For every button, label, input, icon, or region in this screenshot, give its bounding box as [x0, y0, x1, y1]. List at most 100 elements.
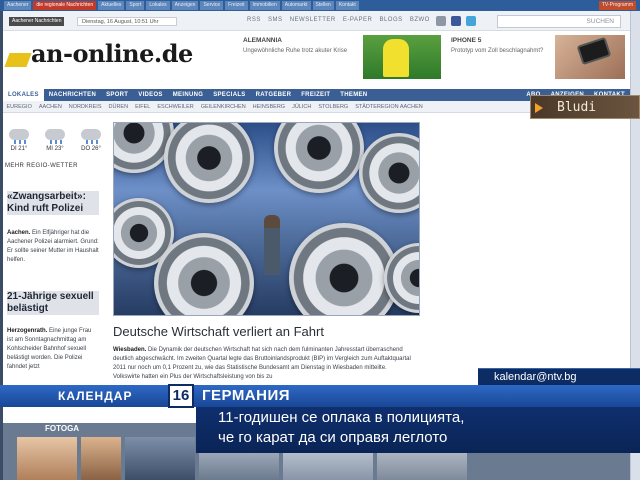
story-headline-link[interactable]: 21-Jährige sexuell belästigt — [7, 291, 99, 315]
gallery-thumbnail[interactable] — [125, 437, 195, 480]
rain-cloud-icon — [79, 125, 103, 144]
channel-tag-label: Bludi — [557, 100, 597, 115]
blogs-link[interactable]: BLOGS — [379, 17, 402, 23]
region-item[interactable]: DÜREN — [105, 101, 132, 112]
weather-day: MI 23° — [41, 125, 69, 152]
region-item[interactable]: HEINSBERG — [249, 101, 288, 112]
gear-image — [154, 233, 254, 315]
gallery-thumbnail[interactable] — [81, 437, 121, 480]
tab-item[interactable]: Aachener — [4, 1, 32, 10]
article-body: Die Dynamik der deutschen Wirtschaft hat… — [113, 347, 411, 380]
nav-specials[interactable]: SPECIALS — [208, 89, 250, 101]
region-item[interactable]: EUREGIO — [3, 101, 35, 112]
calendar-date-badge: 16 — [168, 384, 194, 408]
promo-player-image — [383, 39, 409, 77]
story-teaser: Aachen. Ein Elfjähriger hat die Aachener… — [7, 229, 99, 265]
nav-lokales[interactable]: LOKALES — [3, 89, 44, 101]
story-headline-link[interactable]: «Zwangsarbeit»: Kind ruft Polizei — [7, 191, 99, 215]
nav-nachrichten[interactable]: NACHRICHTEN — [44, 89, 101, 101]
masthead: an-online.de ALEMANNIA Ungewöhnliche Ruh… — [3, 31, 630, 89]
service-links: RSS SMS NEWSLETTER E-PAPER BLOGS BZWO — [247, 17, 435, 23]
promo-iphone[interactable]: IPHONE 5 Prototyp vom Zoll beschlagnahmt… — [451, 33, 627, 81]
tab-item[interactable]: Automarkt — [281, 1, 311, 10]
epaper-link[interactable]: E-PAPER — [343, 17, 372, 23]
logo-mark-icon[interactable] — [4, 53, 32, 67]
story-place: Aachen. — [7, 230, 31, 236]
worker-figure — [264, 215, 280, 275]
region-item[interactable]: NORDKREIS — [65, 101, 105, 112]
promo-subtitle: Ungewöhnliche Ruhe trotz akuter Krise — [243, 48, 348, 54]
article-teaser: Wiesbaden. Die Dynamik der deutschen Wir… — [113, 346, 413, 382]
portal-tab-bar: Aachener die regionale Nachrichten Aktue… — [0, 0, 640, 11]
tab-item[interactable]: Service — [200, 1, 224, 10]
newsletter-link[interactable]: NEWSLETTER — [290, 17, 336, 23]
region-item[interactable]: STOLBERG — [315, 101, 352, 112]
search-input[interactable]: SUCHEN — [497, 15, 621, 28]
rain-cloud-icon — [7, 125, 31, 144]
topic-title: ГЕРМАНИЯ — [202, 387, 291, 404]
nav-ratgeber[interactable]: RATGEBER — [251, 89, 297, 101]
nav-themen[interactable]: THEMEN — [335, 89, 372, 101]
article-headline[interactable]: Deutsche Wirtschaft verliert an Fahrt — [113, 324, 420, 339]
calendar-label: КАЛЕНДАР — [58, 389, 133, 403]
story-teaser: Herzogenrath. Eine junge Frau ist am Son… — [7, 327, 99, 372]
gear-image — [274, 123, 364, 193]
gallery-thumbnail[interactable] — [17, 437, 77, 480]
contact-email-bar: kalendar@ntv.bg — [478, 368, 640, 385]
region-item[interactable]: ESCHWEILER — [154, 101, 197, 112]
twitter-icon[interactable] — [466, 16, 476, 26]
tab-item[interactable]: TV-Programm — [598, 1, 636, 10]
tab-item[interactable]: Sport — [126, 1, 145, 10]
weather-day-label: DI 21° — [10, 146, 28, 152]
gear-image — [359, 133, 419, 213]
tab-item[interactable]: Stellen — [312, 1, 334, 10]
news-caption: 11-годишен се оплака в полицията, че го … — [196, 407, 640, 453]
facebook-icon[interactable] — [451, 16, 461, 26]
weather-day: DI 21° — [5, 125, 33, 152]
channel-tag: Bludi — [530, 95, 640, 119]
date-display: Dienstag, 16 August, 10:51 Uhr — [77, 17, 177, 26]
nav-videos[interactable]: VIDEOS — [133, 89, 167, 101]
sms-link[interactable]: SMS — [268, 17, 283, 23]
story-text: Eine junge Frau ist am Sonntagnachmittag… — [7, 328, 92, 370]
region-item[interactable]: GEILENKIRCHEN — [197, 101, 249, 112]
tab-item[interactable]: Lokales — [146, 1, 170, 10]
tab-item[interactable]: Aktuelles — [98, 1, 125, 10]
nav-freizeit[interactable]: FREIZEIT — [296, 89, 335, 101]
meta-bar: Aachener Nachrichten Dienstag, 16 August… — [3, 11, 630, 31]
tab-item[interactable]: Anzeigen — [171, 1, 199, 10]
calendar-bar: КАЛЕНДАР ГЕРМАНИЯ — [0, 385, 640, 407]
gear-image — [289, 223, 399, 315]
weather-widget[interactable]: DI 21° MI 23° DO 26° MEHR REGIO-WETTER — [5, 115, 105, 175]
right-column — [423, 115, 619, 375]
region-item[interactable]: EIFEL — [132, 101, 154, 112]
promo-title: ALEMANNIA — [243, 37, 282, 44]
rss-link[interactable]: RSS — [247, 17, 261, 23]
region-item[interactable]: AACHEN — [35, 101, 65, 112]
nav-sport[interactable]: SPORT — [101, 89, 133, 101]
region-item[interactable]: JÜLICH — [289, 101, 315, 112]
more-weather-link[interactable]: MEHR REGIO-WETTER — [5, 163, 78, 169]
caption-line-2: че го карат да си оправя леглото — [218, 429, 448, 446]
promo-title: IPHONE 5 — [451, 37, 482, 44]
tab-item[interactable]: Freizeit — [225, 1, 248, 10]
play-arrow-icon — [535, 103, 543, 113]
site-logo[interactable]: an-online.de — [31, 39, 193, 68]
rain-cloud-icon — [43, 125, 67, 144]
bzwo-link[interactable]: BZWO — [410, 17, 430, 23]
weather-day-label: MI 23° — [46, 146, 64, 152]
article-photo[interactable] — [113, 122, 420, 316]
region-item[interactable]: STÄDTEREGION AACHEN — [352, 101, 427, 112]
site-tag[interactable]: Aachener Nachrichten — [9, 17, 65, 26]
promo-alemannia[interactable]: ALEMANNIA Ungewöhnliche Ruhe trotz akute… — [243, 33, 441, 81]
weather-day-label: DO 26° — [81, 146, 101, 152]
tab-item[interactable]: Kontakt — [335, 1, 359, 10]
mail-icon[interactable] — [436, 16, 446, 26]
contact-email: kalendar@ntv.bg — [494, 371, 577, 383]
tab-item[interactable]: Immobilien — [249, 1, 280, 10]
nav-meinung[interactable]: MEINUNG — [168, 89, 208, 101]
tab-item[interactable]: die regionale Nachrichten — [33, 1, 97, 10]
weather-day: DO 26° — [77, 125, 105, 152]
story-place: Herzogenrath. — [7, 328, 48, 334]
gallery-title: FOTOGA — [45, 424, 80, 433]
